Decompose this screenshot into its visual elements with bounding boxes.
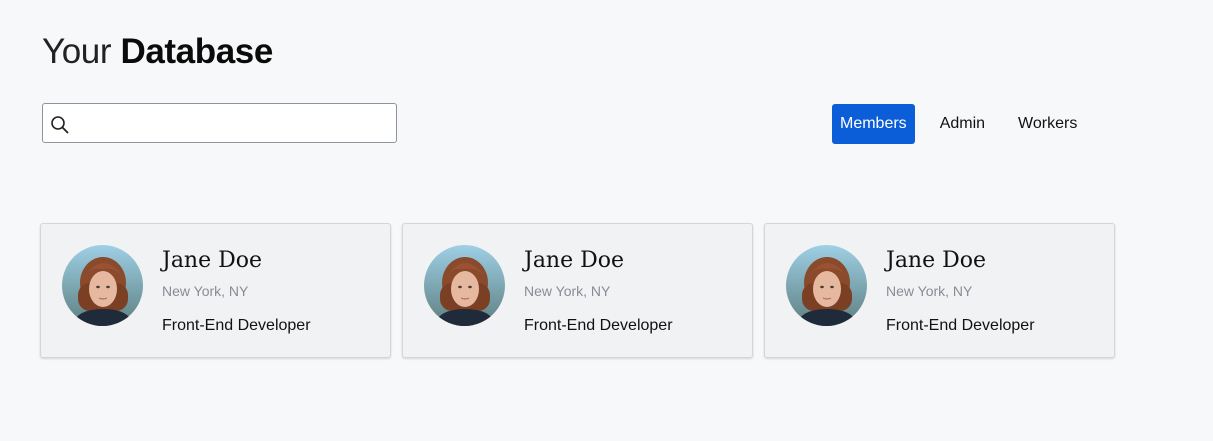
page-title: Your Database [42,30,273,74]
member-card[interactable]: Jane Doe New York, NY Front-End Develope… [40,223,391,358]
avatar [786,245,867,326]
member-role: Front-End Developer [524,317,673,334]
member-name: Jane Doe [886,248,987,273]
member-name: Jane Doe [524,248,625,273]
tab-admin[interactable]: Admin [932,104,993,144]
search-input[interactable] [75,108,389,140]
member-role: Front-End Developer [162,317,311,334]
member-card[interactable]: Jane Doe New York, NY Front-End Develope… [764,223,1115,358]
member-location: New York, NY [162,283,249,299]
page-title-prefix: Your [42,32,112,71]
avatar [62,245,143,326]
tab-members[interactable]: Members [832,104,915,144]
search-icon [50,115,70,135]
member-location: New York, NY [524,283,611,299]
member-card[interactable]: Jane Doe New York, NY Front-End Develope… [402,223,753,358]
page-title-main: Database [120,32,273,71]
avatar [424,245,505,326]
member-cards: Jane Doe New York, NY Front-End Develope… [40,223,1126,358]
tab-bar: Members Admin Workers [832,104,1085,144]
member-role: Front-End Developer [886,317,1035,334]
tab-workers[interactable]: Workers [1010,104,1085,144]
member-location: New York, NY [886,283,973,299]
search-box[interactable] [42,103,397,143]
member-name: Jane Doe [162,248,263,273]
